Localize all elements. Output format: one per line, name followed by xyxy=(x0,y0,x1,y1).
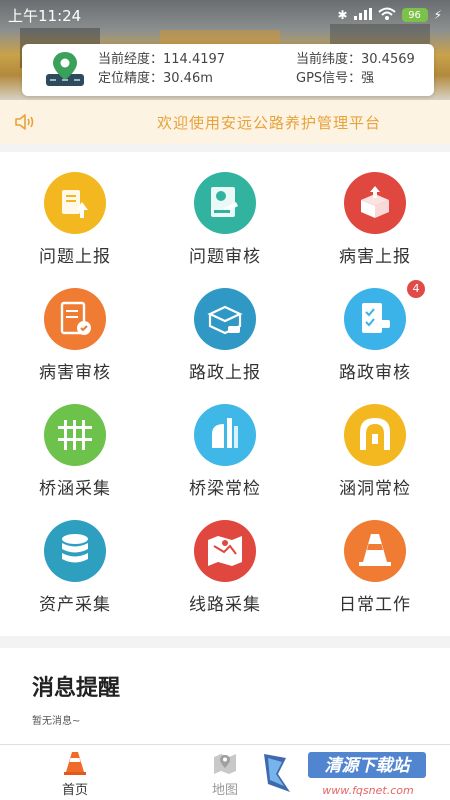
road-review-icon xyxy=(344,288,406,350)
battery-icon: 96 xyxy=(401,8,428,22)
route-collect-icon xyxy=(194,520,256,582)
menu-item-label: 路政上报 xyxy=(189,363,261,383)
menu-item-label: 问题上报 xyxy=(39,247,111,267)
menu-item-5[interactable]: 路政上报 xyxy=(150,268,300,384)
gps-info-card: 当前经度：114.4197 当前纬度：30.4569 定位精度：30.46m G… xyxy=(22,44,434,96)
menu-item-10[interactable]: 资产采集 xyxy=(0,500,150,616)
menu-item-9[interactable]: 涵洞常检 xyxy=(300,384,450,500)
menu-item-2[interactable]: 问题审核 xyxy=(150,152,300,268)
menu-item-8[interactable]: 桥梁常检 xyxy=(150,384,300,500)
gps-longitude: 当前经度：114.4197 xyxy=(98,52,226,67)
menu-item-4[interactable]: 病害审核 xyxy=(0,268,150,384)
menu-item-3[interactable]: 病害上报 xyxy=(300,152,450,268)
menu-item-label: 涵洞常检 xyxy=(339,479,411,499)
menu-item-7[interactable]: 桥涵采集 xyxy=(0,384,150,500)
charging-icon: ⚡ xyxy=(433,8,442,22)
messages-title: 消息提醒 xyxy=(32,676,121,701)
menu-item-1[interactable]: 问题上报 xyxy=(0,152,150,268)
watermark-logo: 清源下载站 www.fqsnet.com xyxy=(256,744,450,800)
menu-item-label: 病害审核 xyxy=(39,363,111,383)
menu-item-label: 桥梁常检 xyxy=(189,479,261,499)
signal-icon xyxy=(353,7,372,23)
notice-text: 欢迎使用安远公路养护管理平台 xyxy=(156,114,381,132)
tab-home-label: 首页 xyxy=(61,783,88,798)
asset-collect-icon xyxy=(44,520,106,582)
bridge-collect-icon xyxy=(44,404,106,466)
menu-item-label: 桥涵采集 xyxy=(39,479,111,499)
gps-signal: GPS信号：强 xyxy=(296,71,375,86)
location-pin-icon xyxy=(46,52,84,86)
bridge-check-icon xyxy=(194,404,256,466)
notification-badge: 4 xyxy=(407,280,425,298)
notice-bar[interactable]: 欢迎使用安远公路养护管理平台 xyxy=(0,100,450,144)
menu-item-label: 资产采集 xyxy=(39,595,111,615)
daily-work-icon xyxy=(344,520,406,582)
menu-item-11[interactable]: 线路采集 xyxy=(150,500,300,616)
tab-home[interactable]: 首页 xyxy=(20,745,130,800)
svg-text:www.fqsnet.com: www.fqsnet.com xyxy=(322,784,413,797)
damage-review-icon xyxy=(44,288,106,350)
damage-report-icon xyxy=(344,172,406,234)
road-report-icon xyxy=(194,288,256,350)
menu-item-label: 线路采集 xyxy=(189,595,261,615)
messages-section: 消息提醒 暂无消息~ xyxy=(0,648,450,744)
gps-accuracy: 定位精度：30.46m xyxy=(98,71,213,86)
traffic-cone-icon xyxy=(64,752,86,775)
menu-item-label: 病害上报 xyxy=(339,247,411,267)
menu-item-label: 问题审核 xyxy=(189,247,261,267)
menu-item-6[interactable]: 路政审核 4 xyxy=(300,268,450,384)
bluetooth-icon: ✱ xyxy=(337,8,348,22)
menu-item-12[interactable]: 日常工作 xyxy=(300,500,450,616)
status-bar: 上午11:24 ✱ 96 ⚡ xyxy=(0,0,450,30)
review-icon xyxy=(194,172,256,234)
status-time: 上午11:24 xyxy=(8,6,82,25)
messages-empty-text: 暂无消息~ xyxy=(32,716,81,727)
report-icon xyxy=(44,172,106,234)
function-menu-grid: 问题上报 问题审核 病害上报病害审核 路政上报 路政审核 4 桥涵采集 桥梁常检 涵洞常检资产采… xyxy=(0,152,450,636)
culvert-check-icon xyxy=(344,404,406,466)
wifi-icon xyxy=(377,7,396,24)
menu-item-label: 日常工作 xyxy=(339,595,411,615)
menu-item-label: 路政审核 xyxy=(339,363,411,383)
svg-text:清源下载站: 清源下载站 xyxy=(325,756,413,776)
map-icon xyxy=(214,754,236,774)
gps-latitude: 当前纬度：30.4569 xyxy=(296,52,415,67)
